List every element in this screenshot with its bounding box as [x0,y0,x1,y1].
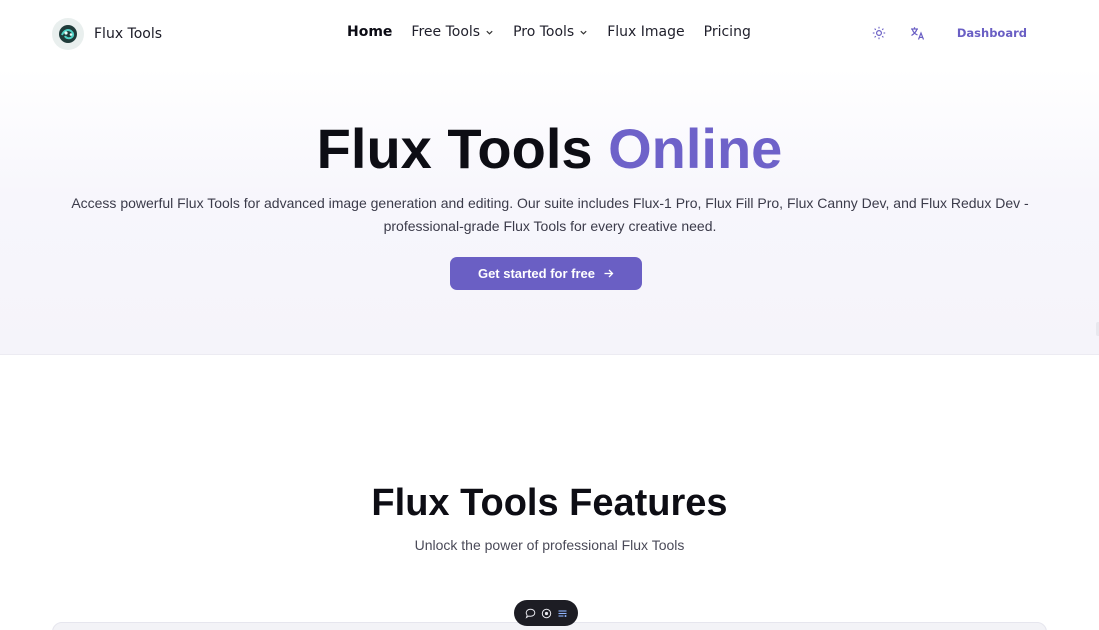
sun-icon[interactable] [870,24,888,42]
translate-icon[interactable] [909,24,927,42]
logo-icon [52,18,84,50]
nav-flux-image-label: Flux Image [607,24,685,40]
chevron-down-icon [486,30,493,35]
floating-toolbar [514,600,578,626]
hero-title-main: Flux Tools [316,117,593,180]
header-actions: Dashboard [870,24,1027,42]
brand-link[interactable]: Flux Tools [52,18,162,50]
hero-section: Flux Tools Online Access powerful Flux T… [0,68,1099,355]
hero-title: Flux Tools Online [0,116,1099,181]
get-started-label: Get started for free [477,266,596,281]
nav-pro-tools[interactable]: Pro Tools [513,24,588,40]
features-subtitle: Unlock the power of professional Flux To… [414,537,685,553]
arrow-right-icon [604,269,614,278]
dashboard-link[interactable]: Dashboard [957,26,1027,40]
nav-home-label: Home [347,24,393,40]
list-icon[interactable] [556,607,568,619]
site-header: Flux Tools Home Free Tools Pro Tools Flu… [0,0,1099,68]
comment-icon[interactable] [524,607,536,619]
chevron-down-icon [580,30,587,35]
nav-pricing[interactable]: Pricing [704,24,751,40]
nav-pricing-label: Pricing [703,24,751,40]
eye-icon[interactable] [540,607,552,619]
brand-name: Flux Tools [94,26,163,42]
get-started-button[interactable]: Get started for free [450,257,642,290]
hero-title-accent: Online [608,117,783,180]
hero-description: Access powerful Flux Tools for advanced … [71,195,1029,234]
features-title: Flux Tools Features [371,482,728,524]
nav-free-tools[interactable]: Free Tools [411,24,494,40]
nav-flux-image[interactable]: Flux Image [607,24,684,40]
nav-free-tools-label: Free Tools [411,24,481,40]
main-nav: Home Free Tools Pro Tools Flux Image Pri… [347,24,770,40]
nav-pro-tools-label: Pro Tools [513,24,575,40]
nav-home[interactable]: Home [347,24,392,40]
page: Flux Tools Home Free Tools Pro Tools Flu… [0,0,1099,630]
